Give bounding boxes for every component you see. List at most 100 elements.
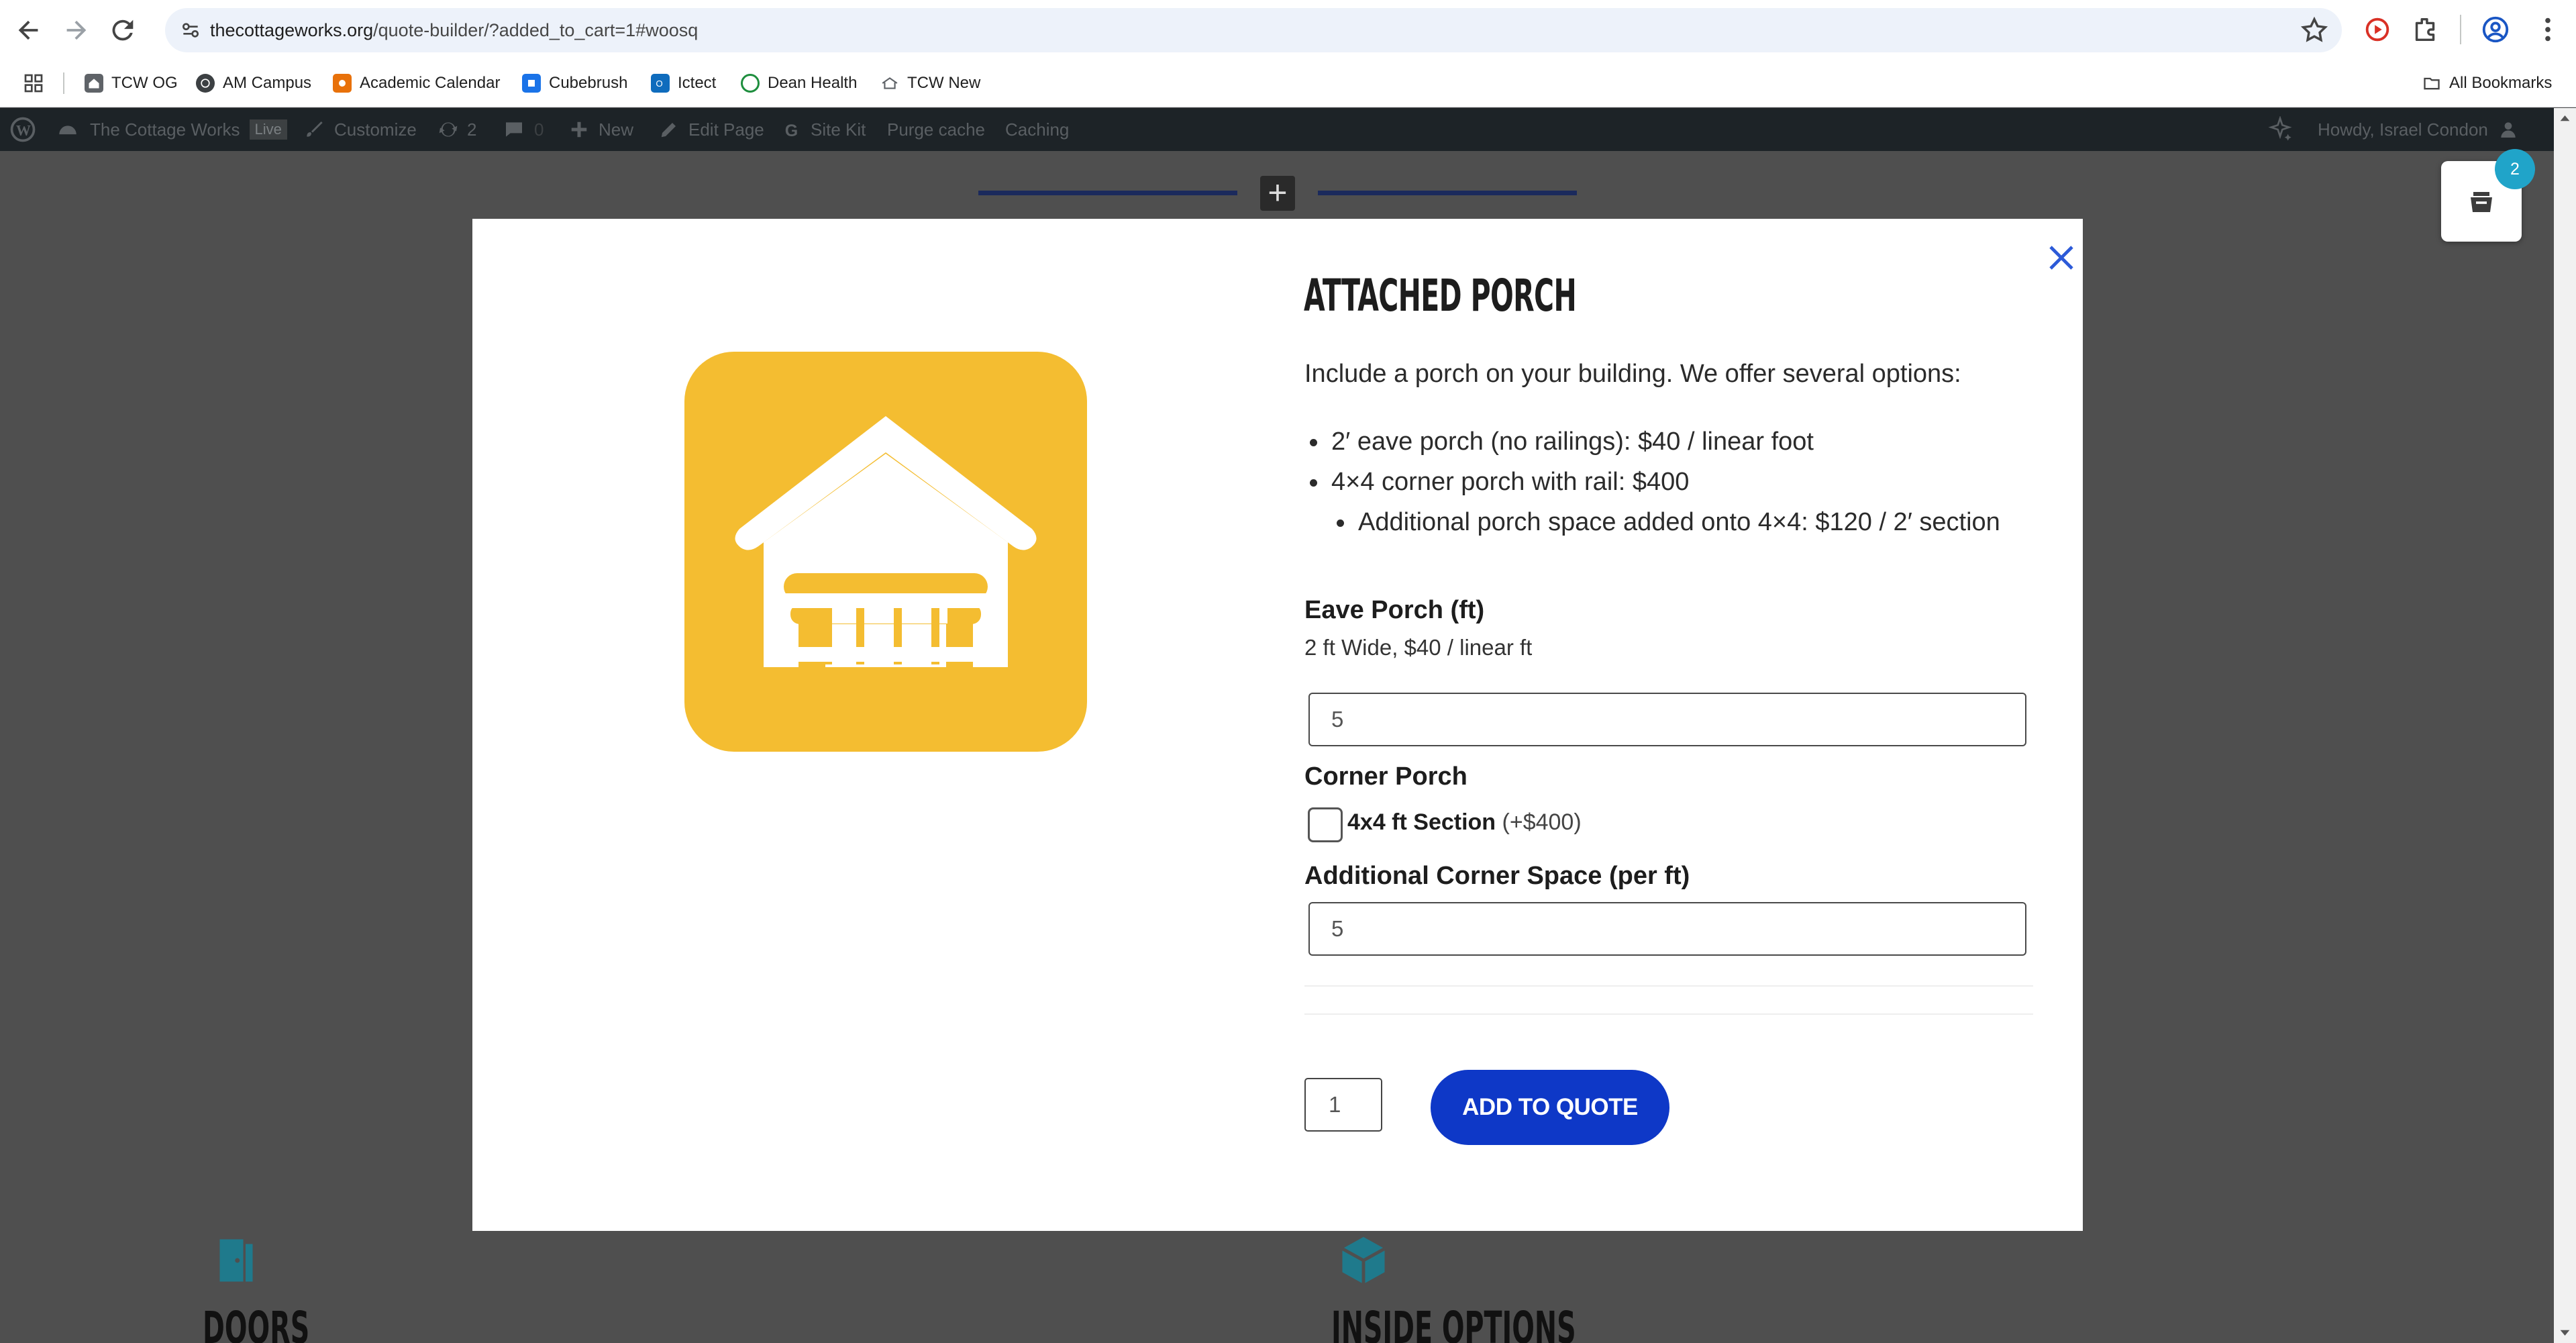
- new-content-link[interactable]: New: [569, 108, 633, 151]
- dashboard-icon: [59, 126, 76, 135]
- dean-health-favicon: [741, 74, 760, 93]
- cart-count-badge: 2: [2495, 149, 2535, 189]
- wordpress-icon[interactable]: W: [8, 108, 38, 151]
- list-item: 2′ eave porch (no railings): $40 / linea…: [1304, 421, 2000, 462]
- record-icon[interactable]: [2362, 14, 2393, 45]
- product-title: ATTACHED PORCH: [1304, 270, 1577, 321]
- close-icon[interactable]: [2036, 232, 2087, 283]
- browser-toolbar: thecottageworks.org/quote-builder/?added…: [0, 0, 2576, 59]
- bookmark-label: Dean Health: [768, 74, 858, 92]
- bookmark-label: Academic Calendar: [360, 74, 501, 92]
- all-bookmarks[interactable]: All Bookmarks: [2422, 59, 2552, 107]
- menu-icon[interactable]: [2532, 14, 2563, 45]
- all-bookmarks-label: All Bookmarks: [2449, 74, 2553, 92]
- site-name-link[interactable]: The Cottage Works Live: [56, 108, 287, 151]
- pencil-icon: [661, 123, 676, 138]
- bookmark-label: TCW OG: [111, 74, 178, 92]
- updates-count: 2: [467, 119, 477, 140]
- new-label: New: [599, 119, 634, 140]
- url-path: /quote-builder/?added_to_cart=1#woosq: [373, 20, 699, 40]
- eave-porch-label: Eave Porch (ft): [1304, 596, 1485, 624]
- eave-porch-input[interactable]: [1308, 693, 2026, 746]
- brush-icon: [307, 121, 323, 137]
- customize-link[interactable]: Customize: [303, 108, 417, 151]
- bookmarks-bar: TCW OG AM Campus Academic Calendar Cubeb…: [0, 59, 2576, 107]
- additional-corner-input[interactable]: [1308, 902, 2026, 956]
- bookmark-ictect[interactable]: O Ictect: [651, 59, 716, 107]
- back-icon[interactable]: [13, 15, 44, 46]
- porch-product-image: [684, 352, 1087, 752]
- tcw-new-favicon: [880, 74, 899, 93]
- extensions-icon[interactable]: [2410, 14, 2441, 45]
- list-item: 4×4 corner porch with rail: $400: [1304, 462, 2000, 502]
- bookmark-label: Cubebrush: [549, 74, 628, 92]
- corner-option-label: 4x4 ft Section: [1347, 809, 1496, 835]
- svg-text:O: O: [656, 79, 662, 89]
- forward-icon[interactable]: [60, 15, 91, 46]
- am-campus-favicon: [196, 74, 215, 93]
- folder-icon: [2422, 74, 2441, 93]
- updates-link[interactable]: 2: [437, 108, 476, 151]
- plus-icon: [571, 121, 587, 138]
- apps-icon[interactable]: [23, 59, 44, 107]
- edit-page-link[interactable]: Edit Page: [659, 108, 764, 151]
- site-name: The Cottage Works: [90, 119, 240, 140]
- cubebrush-favicon: [522, 74, 541, 93]
- url-domain: thecottageworks.org: [210, 20, 374, 40]
- divider: [1304, 1013, 2033, 1015]
- reload-icon[interactable]: [107, 15, 138, 46]
- bookmark-tcw-new[interactable]: TCW New: [880, 59, 980, 107]
- porch-house-icon: [735, 416, 1037, 667]
- bookmark-label: TCW New: [907, 74, 981, 92]
- bookmark-label: AM Campus: [223, 74, 312, 92]
- porch-options-list: 2′ eave porch (no railings): $40 / linea…: [1304, 421, 2000, 542]
- toolbar-divider: [2460, 15, 2461, 44]
- basket-icon: [2471, 192, 2492, 212]
- corner-porch-label: Corner Porch: [1304, 762, 1467, 791]
- caching-link[interactable]: Caching: [1005, 108, 1069, 151]
- bookmark-dean-health[interactable]: Dean Health: [741, 59, 857, 107]
- my-account-link[interactable]: Howdy, Israel Condon: [2318, 108, 2519, 151]
- academic-calendar-favicon: [333, 74, 352, 93]
- address-bar[interactable]: thecottageworks.org/quote-builder/?added…: [165, 8, 2342, 52]
- bookmark-label: Ictect: [678, 74, 717, 92]
- list-item: Additional porch space added onto 4×4: $…: [1304, 502, 2000, 542]
- page-line-right: [1318, 191, 1577, 195]
- ai-sparkle-icon[interactable]: [2267, 108, 2294, 151]
- comments-link[interactable]: 0: [503, 108, 544, 151]
- box-icon: [1335, 1232, 1392, 1289]
- bookmark-academic-calendar[interactable]: Academic Calendar: [333, 59, 500, 107]
- page-line-left: [978, 191, 1237, 195]
- user-avatar-icon: [2501, 122, 2516, 138]
- site-info-icon[interactable]: [180, 19, 201, 41]
- bookmark-divider: [63, 72, 64, 94]
- bookmark-cubebrush[interactable]: Cubebrush: [522, 59, 627, 107]
- svg-text:W: W: [16, 121, 31, 138]
- comment-icon: [506, 122, 522, 137]
- edit-page-label: Edit Page: [688, 119, 764, 140]
- customize-label: Customize: [334, 119, 417, 140]
- scroll-down-icon[interactable]: [2554, 1321, 2576, 1343]
- site-kit-link[interactable]: G Site Kit: [782, 108, 866, 151]
- add-to-quote-button[interactable]: ADD TO QUOTE: [1431, 1070, 1669, 1145]
- quantity-input[interactable]: [1304, 1078, 1382, 1132]
- door-icon: [208, 1232, 264, 1289]
- scroll-up-icon[interactable]: [2554, 108, 2576, 130]
- updates-icon: [439, 122, 458, 137]
- bookmark-am-campus[interactable]: AM Campus: [196, 59, 311, 107]
- howdy-label: Howdy, Israel Condon: [2318, 119, 2488, 140]
- corner-porch-option[interactable]: 4x4 ft Section (+$400): [1347, 809, 1582, 836]
- tcw-og-favicon: [85, 74, 103, 93]
- bookmark-tcw-og[interactable]: TCW OG: [85, 59, 178, 107]
- comments-count: 0: [534, 119, 544, 140]
- site-kit-label: Site Kit: [811, 119, 866, 140]
- doors-heading: DOORS: [203, 1302, 310, 1343]
- inside-options-heading: INSIDE OPTIONS: [1331, 1302, 1576, 1343]
- star-icon[interactable]: [2299, 15, 2330, 46]
- corner-porch-checkbox[interactable]: [1308, 807, 1343, 842]
- url-text: thecottageworks.org/quote-builder/?added…: [210, 8, 698, 52]
- purge-cache-link[interactable]: Purge cache: [887, 108, 985, 151]
- page-scrollbar[interactable]: [2554, 108, 2576, 1343]
- profile-icon[interactable]: [2480, 14, 2511, 45]
- product-intro: Include a porch on your building. We off…: [1304, 360, 1961, 388]
